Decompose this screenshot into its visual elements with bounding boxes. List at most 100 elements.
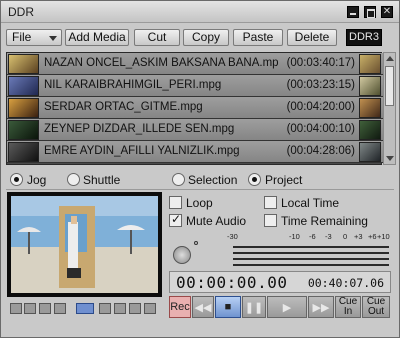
- loop-checkbox[interactable]: [169, 196, 182, 209]
- jog-scrub-bar[interactable]: [7, 303, 162, 316]
- meter-tick: -3: [325, 232, 332, 241]
- scrub-segment[interactable]: [129, 303, 141, 314]
- scrub-segment[interactable]: [54, 303, 66, 314]
- clip-name: NIL KARAIBRAHIMGIL_PERI.mpg: [44, 79, 222, 91]
- list-item[interactable]: ZEYNEP DIZDAR_ILLEDE SEN.mpg (00:04:00:1…: [7, 119, 383, 141]
- clip-name: ZEYNEP DIZDAR_ILLEDE SEN.mpg: [44, 123, 235, 135]
- scrub-segment[interactable]: [144, 303, 156, 314]
- volume-knob[interactable]: [173, 246, 191, 264]
- ddr-window: DDR ✕ File Add Media Cut Copy Paste Dele…: [0, 0, 400, 338]
- scroll-up-icon[interactable]: [386, 56, 394, 61]
- scrub-segment[interactable]: [39, 303, 51, 314]
- jog-radio[interactable]: [10, 173, 23, 186]
- meter-tick: +10: [377, 232, 390, 241]
- scrub-segment[interactable]: [114, 303, 126, 314]
- playlist-scrollbar[interactable]: [383, 52, 396, 165]
- clip-end-thumbnail: [359, 120, 381, 140]
- chevron-down-icon: [49, 36, 57, 41]
- clip-duration: (00:03:23:15): [286, 79, 355, 91]
- selection-radio[interactable]: [172, 173, 185, 186]
- list-item[interactable]: NAZAN ONCEL_ASKIM BAKSANA BANA.mp (00:03…: [7, 53, 383, 75]
- meter-tick: -30: [227, 232, 238, 241]
- copy-button[interactable]: Copy: [183, 29, 229, 46]
- title-bar: DDR ✕: [1, 1, 399, 23]
- play-button[interactable]: ▶: [267, 296, 307, 318]
- clip-name: EMRE AYDIN_AFILLI YALNIZLIK.mpg: [44, 145, 240, 157]
- scrub-handle[interactable]: [76, 303, 94, 314]
- stop-icon: ■: [224, 301, 232, 313]
- scrub-segment[interactable]: [10, 303, 22, 314]
- video-preview: [7, 192, 162, 297]
- minimize-icon[interactable]: [347, 6, 359, 18]
- audio-meter: [233, 244, 389, 268]
- clip-end-thumbnail: [359, 142, 381, 162]
- list-item[interactable]: NIL KARAIBRAHIMGIL_PERI.mpg (00:03:23:15…: [7, 75, 383, 97]
- cue-out-button[interactable]: Cue Out: [362, 296, 390, 318]
- rewind-icon: ◀◀: [194, 301, 212, 314]
- clip-name: SERDAR ORTAC_GITME.mpg: [44, 101, 203, 113]
- file-menu-label: File: [12, 30, 32, 44]
- mute-audio-checkbox[interactable]: [169, 212, 182, 227]
- meter-channel: [233, 252, 389, 254]
- clip-thumbnail: [8, 54, 39, 74]
- selection-label: Selection: [188, 173, 238, 187]
- cue-in-button[interactable]: Cue In: [335, 296, 361, 318]
- clip-thumbnail: [8, 120, 39, 140]
- device-badge: DDR3: [346, 29, 382, 46]
- list-item[interactable]: EMRE AYDIN_AFILLI YALNIZLIK.mpg (00:04:2…: [7, 141, 383, 163]
- close-icon[interactable]: ✕: [381, 6, 393, 18]
- clip-thumbnail: [8, 98, 39, 118]
- scrub-segment[interactable]: [99, 303, 111, 314]
- project-label: Project: [265, 173, 303, 187]
- mute-audio-label: Mute Audio: [186, 214, 247, 228]
- scrub-segment[interactable]: [24, 303, 36, 314]
- fast-forward-button[interactable]: ▶▶: [308, 296, 334, 318]
- meter-tick: +6: [368, 232, 377, 241]
- knob-indicator-icon: [194, 241, 198, 245]
- meter-tick: +3: [354, 232, 363, 241]
- clip-end-thumbnail: [359, 54, 381, 74]
- clip-end-thumbnail: [359, 76, 381, 96]
- jog-label: Jog: [27, 173, 47, 187]
- shuttle-radio[interactable]: [67, 173, 80, 186]
- paste-button[interactable]: Paste: [233, 29, 283, 46]
- meter-tick: -6: [309, 232, 316, 241]
- add-media-button[interactable]: Add Media: [65, 29, 129, 46]
- scrollbar-thumb[interactable]: [385, 66, 394, 106]
- fast-forward-icon: ▶▶: [312, 301, 330, 314]
- file-menu[interactable]: File: [6, 29, 62, 46]
- pause-button[interactable]: ❚❚: [242, 296, 266, 318]
- loop-label: Loop: [186, 196, 213, 210]
- maximize-icon[interactable]: [364, 6, 376, 18]
- local-time-label: Local Time: [281, 196, 340, 210]
- clip-name: NAZAN ONCEL_ASKIM BAKSANA BANA.mp: [44, 57, 279, 69]
- cut-button[interactable]: Cut: [134, 29, 180, 46]
- shuttle-label: Shuttle: [83, 173, 121, 187]
- clip-duration: (00:04:28:06): [286, 145, 355, 157]
- play-icon: ▶: [282, 301, 292, 314]
- meter-channel: [233, 246, 389, 248]
- playlist: NAZAN ONCEL_ASKIM BAKSANA BANA.mp (00:03…: [6, 52, 383, 165]
- timecode-display: 00:00:00.00 00:40:07.06: [169, 271, 391, 293]
- audio-meter-scale: -30 -10 -6 -3 0 +3 +6 +10: [223, 232, 390, 242]
- record-button[interactable]: Rec: [169, 296, 191, 318]
- stop-button[interactable]: ■: [215, 296, 241, 318]
- time-remaining-checkbox[interactable]: [264, 214, 277, 227]
- meter-tick: -10: [289, 232, 300, 241]
- preview-frame: [11, 196, 158, 293]
- window-title: DDR: [8, 5, 34, 19]
- clip-end-thumbnail: [359, 98, 381, 118]
- list-item[interactable]: SERDAR ORTAC_GITME.mpg (00:04:20:00): [7, 97, 383, 119]
- cue-in-label: Cue In: [338, 296, 358, 317]
- scroll-down-icon[interactable]: [386, 156, 394, 161]
- local-time-checkbox[interactable]: [264, 196, 277, 209]
- meter-channel: [233, 258, 389, 260]
- meter-channel: [233, 264, 389, 266]
- rewind-button[interactable]: ◀◀: [192, 296, 214, 318]
- clip-duration: (00:04:20:00): [286, 101, 355, 113]
- delete-button[interactable]: Delete: [287, 29, 337, 46]
- project-radio[interactable]: [248, 173, 261, 186]
- time-remaining-label: Time Remaining: [281, 214, 368, 228]
- clip-thumbnail: [8, 76, 39, 96]
- clip-duration: (00:04:00:10): [286, 123, 355, 135]
